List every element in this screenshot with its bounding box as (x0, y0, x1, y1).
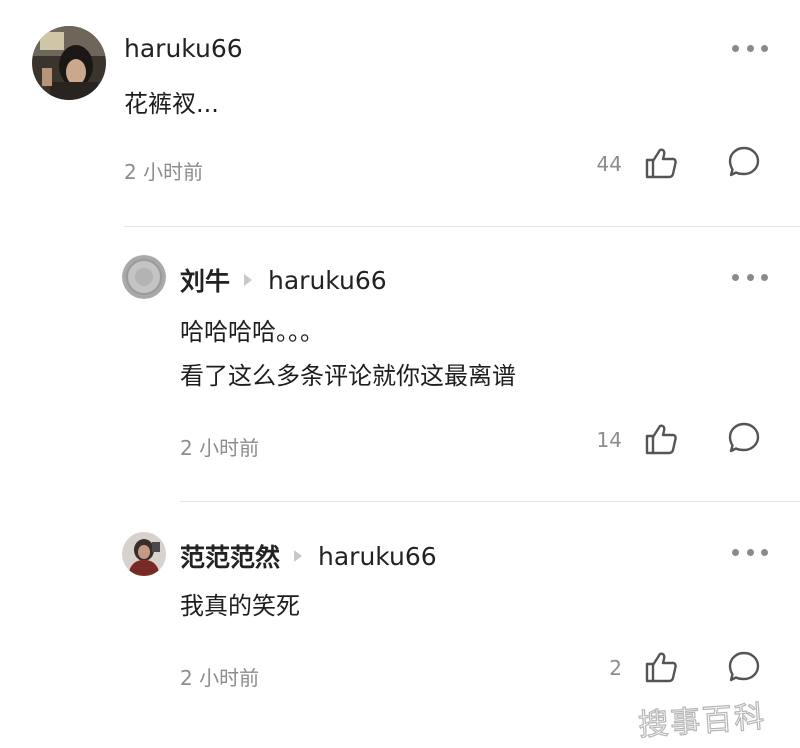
comment-text: 我真的笑死 (180, 592, 300, 620)
more-dots-icon (732, 548, 739, 556)
more-dots-icon (732, 44, 739, 52)
comment-time: 2 小时前 (180, 666, 260, 690)
avatar-photo (32, 26, 106, 100)
comment-time: 2 小时前 (124, 160, 204, 184)
comment-text: 哈哈哈哈。。。 看了这么多条评论就你这最离谱 (180, 318, 516, 390)
more-options-button[interactable] (732, 271, 768, 283)
more-dots-icon (732, 273, 739, 281)
author-name[interactable]: 刘牛 (180, 262, 230, 298)
reply-arrow-icon (244, 274, 253, 286)
author-name[interactable]: haruku66 (124, 34, 243, 63)
thumbs-up-icon[interactable] (644, 651, 678, 683)
like-count: 2 (609, 656, 622, 680)
more-options-button[interactable] (732, 42, 768, 54)
author-name[interactable]: 范范范然 (180, 538, 280, 574)
comment-author: 刘牛 haruku66 (180, 262, 387, 298)
divider (124, 226, 800, 227)
thumbs-up-icon[interactable] (644, 147, 678, 179)
watermark: 搜事百科 (637, 699, 768, 744)
more-options-button[interactable] (732, 546, 768, 558)
comment-text: 花裤衩... (124, 90, 219, 118)
reply-to-name[interactable]: haruku66 (318, 542, 437, 571)
comment-author: 范范范然 haruku66 (180, 538, 437, 574)
comment-bubble-icon[interactable] (727, 145, 761, 179)
like-count: 44 (596, 152, 622, 176)
avatar-coin-image (122, 255, 166, 299)
comment-bubble-icon[interactable] (727, 421, 761, 455)
reply-arrow-icon (294, 550, 303, 562)
avatar-photo (122, 532, 166, 576)
avatar[interactable] (122, 532, 166, 576)
comment-thread: haruku66 花裤衩... 2 小时前 44 刘牛 haruku66 哈哈哈… (0, 0, 800, 748)
divider (180, 501, 800, 502)
comment-time: 2 小时前 (180, 436, 260, 460)
thumbs-up-icon[interactable] (644, 423, 678, 455)
avatar[interactable] (32, 26, 106, 100)
comment-bubble-icon[interactable] (727, 650, 761, 684)
like-count: 14 (596, 428, 622, 452)
avatar[interactable] (122, 255, 166, 299)
reply-to-name[interactable]: haruku66 (268, 266, 387, 295)
comment-author: haruku66 (124, 34, 243, 63)
